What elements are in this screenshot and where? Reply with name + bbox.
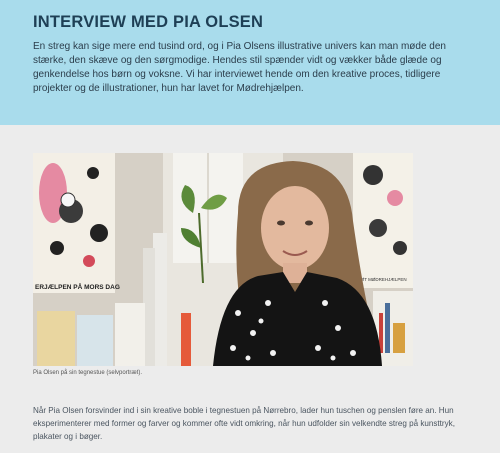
photo-caption: Pia Olsen på sin tegnestue (selvportræt)…	[33, 370, 143, 376]
portrait-photo: ERJÆLPEN PÅ MORS DAG STØT MØDREHJÆLPEN	[33, 153, 413, 366]
intro-paragraph: En streg kan sige mere end tusind ord, o…	[33, 41, 446, 94]
intro-banner: INTERVIEW MED PIA OLSEN En streg kan sig…	[0, 0, 500, 125]
photo-illustration: ERJÆLPEN PÅ MORS DAG STØT MØDREHJÆLPEN	[33, 153, 413, 366]
page-title: INTERVIEW MED PIA OLSEN	[33, 13, 264, 31]
poster-right-text: STØT MØDREHJÆLPEN	[355, 277, 407, 282]
poster-left-text: ERJÆLPEN PÅ MORS DAG	[35, 282, 120, 291]
article-paragraph: Når Pia Olsen forsvinder ind i sin kreat…	[33, 406, 455, 441]
